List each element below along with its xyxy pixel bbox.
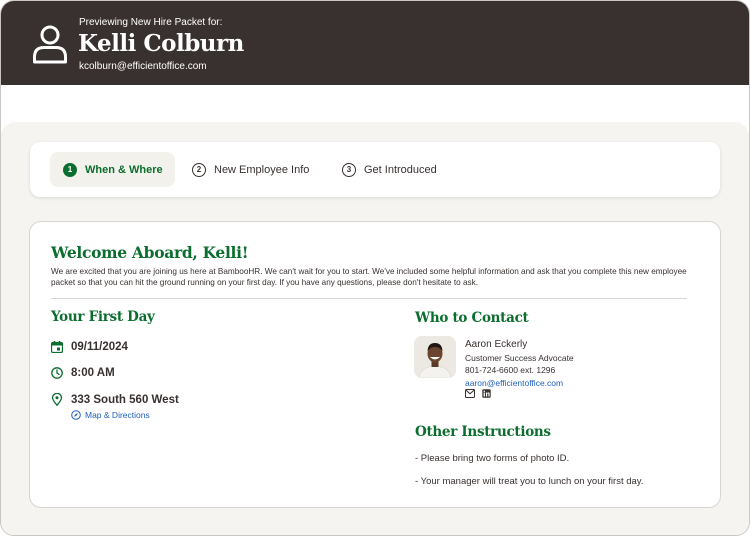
instruction-item: - Your manager will treat you to lunch o… bbox=[415, 476, 644, 487]
step-label: New Employee Info bbox=[214, 163, 310, 176]
welcome-text: We are excited that you are joining us h… bbox=[51, 267, 687, 287]
step-navigation: 1 When & Where 2 New Employee Info 3 Get… bbox=[30, 142, 720, 197]
step-number: 1 bbox=[63, 162, 77, 177]
clock-icon bbox=[51, 367, 63, 379]
time-value: 8:00 AM bbox=[71, 367, 115, 379]
compass-icon bbox=[71, 410, 81, 420]
step-when-where[interactable]: 1 When & Where bbox=[50, 152, 175, 187]
map-directions-link[interactable]: Map & Directions bbox=[71, 410, 150, 420]
instruction-item: - Please bring two forms of photo ID. bbox=[415, 453, 570, 464]
contact-email-link[interactable]: aaron@efficientoffice.com bbox=[465, 378, 563, 388]
contact-phone: 801-724-6600 ext. 1296 bbox=[465, 365, 556, 375]
contact-photo bbox=[414, 336, 456, 378]
location-pin-icon bbox=[51, 393, 63, 406]
welcome-title: Welcome Aboard, Kelli! bbox=[51, 243, 249, 262]
address-value: 333 South 560 West bbox=[71, 393, 179, 406]
step-new-employee-info[interactable]: 2 New Employee Info bbox=[192, 152, 309, 187]
packet-card bbox=[29, 221, 721, 508]
map-link-label: Map & Directions bbox=[85, 410, 150, 420]
contact-actions bbox=[465, 389, 491, 398]
header: Previewing New Hire Packet for: Kelli Co… bbox=[1, 1, 749, 85]
person-photo-icon bbox=[414, 336, 456, 378]
first-day-time: 8:00 AM bbox=[51, 367, 115, 379]
employee-name: Kelli Colburn bbox=[78, 30, 244, 57]
contact-name: Aaron Eckerly bbox=[465, 339, 528, 350]
linkedin-icon[interactable] bbox=[482, 389, 491, 398]
employee-email: kcolburn@efficientoffice.com bbox=[79, 61, 207, 72]
mail-icon[interactable] bbox=[465, 389, 475, 398]
preview-label: Previewing New Hire Packet for: bbox=[79, 17, 223, 28]
step-label: When & Where bbox=[85, 163, 163, 176]
step-number: 2 bbox=[192, 162, 206, 177]
first-day-address: 333 South 560 West bbox=[51, 393, 179, 406]
contact-job-title: Customer Success Advocate bbox=[465, 353, 574, 363]
divider bbox=[51, 298, 687, 299]
date-value: 09/11/2024 bbox=[71, 341, 128, 353]
app-window: Previewing New Hire Packet for: Kelli Co… bbox=[0, 0, 750, 536]
contact-title: Who to Contact bbox=[415, 310, 529, 326]
step-number: 3 bbox=[342, 162, 356, 177]
user-outline-icon bbox=[33, 25, 67, 64]
instructions-title: Other Instructions bbox=[415, 424, 551, 440]
calendar-icon bbox=[51, 341, 63, 353]
first-day-date: 09/11/2024 bbox=[51, 341, 128, 353]
step-get-introduced[interactable]: 3 Get Introduced bbox=[342, 152, 437, 187]
step-label: Get Introduced bbox=[364, 163, 437, 176]
first-day-title: Your First Day bbox=[51, 309, 155, 325]
